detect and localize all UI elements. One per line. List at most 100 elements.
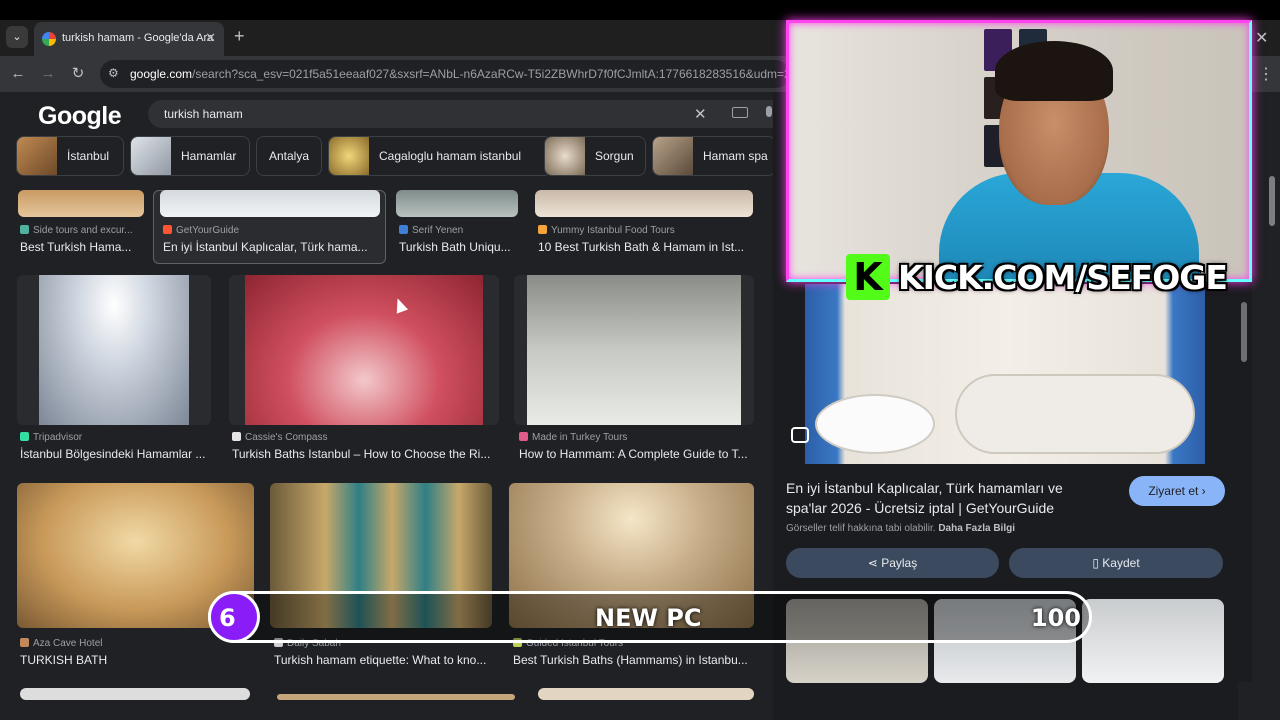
kick-logo-icon: K [846,254,890,300]
massage-image [245,275,483,425]
chip-label: Antalya [269,149,310,163]
learn-more-link[interactable]: Daha Fazla Bilgi [938,523,1015,534]
source-favicon-icon [399,225,408,234]
source-favicon-icon [232,432,241,441]
panel-scroll-thumb[interactable] [1241,302,1247,362]
related-image[interactable] [1082,599,1224,683]
chip-hamamlar[interactable]: Hamamlar [130,136,250,176]
result-caption[interactable]: How to Hammam: A Complete Guide to T... [519,447,753,461]
source-favicon-icon [519,432,528,441]
chip-label: Hamam spa [703,149,768,163]
site-info-icon[interactable]: ⚙ [108,66,119,80]
result-image-frame[interactable] [514,275,754,425]
chip-sorgun[interactable]: Sorgun [544,136,646,176]
chevron-right-icon: › [1201,484,1206,498]
streamer-hair [995,41,1113,101]
result-caption[interactable]: 10 Best Turkish Bath & Hamam in Ist... [538,240,752,254]
save-button[interactable]: ▯ Kaydet [1009,548,1223,578]
search-input[interactable]: turkish hamam [164,107,243,121]
reload-icon[interactable]: ↻ [68,64,88,84]
bookmark-icon: ▯ [1092,556,1099,570]
visit-button[interactable]: Ziyaret et › [1129,476,1225,506]
result-source[interactable]: Tripadvisor [20,432,210,443]
chip-antalya[interactable]: Antalya [256,136,322,176]
google-logo[interactable]: Google [38,102,122,131]
result-image[interactable] [18,190,144,217]
source-favicon-icon [20,225,29,234]
result-source[interactable]: Serif Yenen [399,225,519,236]
share-button[interactable]: ⋖ Paylaş [786,548,999,578]
address-bar[interactable]: ⚙ google.com/search?sca_esv=021f5a51eeaa… [100,60,790,88]
result-caption[interactable]: Best Turkish Baths (Hammams) in Istanbu.… [513,653,753,667]
chip-thumbnail [131,137,171,175]
result-image[interactable] [160,190,380,217]
result-caption[interactable]: Best Turkish Hama... [20,240,142,254]
women-in-towels-image [527,275,741,425]
result-image[interactable] [538,688,754,700]
result-image-frame[interactable] [229,275,499,425]
source-favicon-icon [20,432,29,441]
chip-cagaloglu[interactable]: Cagaloglu hamam istanbul [328,136,552,176]
page-scroll-thumb[interactable] [1269,176,1275,226]
basin-shape [815,394,935,454]
result-source[interactable]: GetYourGuide [163,225,381,236]
chip-thumbnail [329,137,369,175]
result-source[interactable]: Aza Cave Hotel [20,638,250,649]
new-tab-icon[interactable]: + [234,26,245,46]
result-image-frame[interactable] [17,275,211,425]
source-favicon-icon [538,225,547,234]
progress-current: 6 [219,604,236,632]
filter-chips: İstanbul Hamamlar Antalya Cagaloglu hama… [16,136,776,178]
page-scrollbar[interactable] [1264,92,1280,692]
marble-platform [955,374,1195,454]
close-tab-icon[interactable]: ✕ [205,30,216,46]
url-domain: google.com [130,67,193,81]
tab-title: turkish hamam - Google'da Ara [62,32,214,44]
result-caption[interactable]: Turkish Baths Istanbul – How to Choose t… [232,447,494,461]
chip-thumbnail [17,137,57,175]
result-image[interactable] [396,190,518,217]
chip-label: Sorgun [595,149,634,163]
goal-progress-bar: 6 NEW PC 100 [208,591,1092,643]
back-icon[interactable]: ← [8,64,28,84]
preview-image[interactable] [805,284,1205,464]
source-favicon-icon [163,225,172,234]
forward-icon[interactable]: → [38,64,58,84]
search-box[interactable]: turkish hamam ✕ [148,100,788,128]
kick-channel-url: KICK.COM/SEFOGE [898,258,1228,297]
result-source[interactable]: Cassie's Compass [232,432,494,443]
result-caption[interactable]: Turkish hamam etiquette: What to kno... [274,653,492,667]
result-caption[interactable]: TURKISH BATH [20,653,250,667]
result-image[interactable] [277,694,515,700]
keyboard-icon[interactable] [732,107,748,118]
chip-label: İstanbul [67,149,110,163]
url-path: /search?sca_esv=021f5a51eeaaf027&sxsrf=A… [192,67,790,81]
result-image[interactable] [535,190,753,217]
result-image[interactable] [20,688,250,700]
webcam-overlay [786,20,1252,282]
share-icon: ⋖ [867,556,878,570]
browser-tab[interactable]: turkish hamam - Google'da Ara ✕ [34,22,224,56]
chip-hamam-spa[interactable]: Hamam spa [652,136,776,176]
chip-thumbnail [653,137,693,175]
result-caption[interactable]: Turkish Bath Uniqu... [399,240,519,254]
result-source[interactable]: Made in Turkey Tours [519,432,753,443]
browser-menu-icon[interactable]: ⋮ [1258,64,1274,84]
tab-search-button[interactable]: ⌄ [6,26,28,48]
google-lens-icon[interactable] [791,427,809,443]
window-close-icon[interactable]: ✕ [1255,28,1268,48]
result-source[interactable]: Yummy Istanbul Food Tours [538,225,752,236]
source-favicon-icon [20,638,29,647]
result-source[interactable]: Side tours and excur... [20,225,142,236]
chip-label: Cagaloglu hamam istanbul [379,149,522,163]
copyright-notice: Görseller telif hakkına tabi olabilir. D… [786,523,1015,534]
preview-title[interactable]: En iyi İstanbul Kaplıcalar, Türk hamamla… [786,478,1106,518]
microphone-icon[interactable] [766,106,772,117]
result-caption[interactable]: İstanbul Bölgesindeki Hamamlar ... [20,447,210,461]
result-caption[interactable]: En iyi İstanbul Kaplıcalar, Türk hama... [163,240,378,254]
clear-search-icon[interactable]: ✕ [694,105,707,123]
hamam-dome-image [39,275,189,425]
progress-label: NEW PC [595,604,702,632]
chip-istanbul[interactable]: İstanbul [16,136,124,176]
chip-thumbnail [545,137,585,175]
